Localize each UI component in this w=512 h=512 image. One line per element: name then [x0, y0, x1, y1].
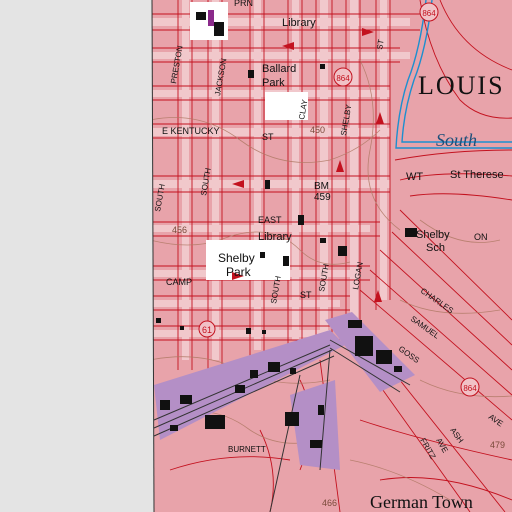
route-shield-864-south: 864 [460, 377, 480, 397]
route-shield-864-middle: 864 [333, 67, 353, 87]
label-shelby-sch: Shelby [416, 229, 450, 241]
label-ballard: Ballard [262, 63, 296, 75]
label-bm: BM [314, 181, 329, 192]
label-south: South [436, 130, 477, 150]
label-elev-456: 456 [172, 225, 187, 235]
svg-text:864: 864 [463, 384, 477, 393]
label-elev-450: 450 [310, 125, 325, 135]
route-shield-864-north: 864 [419, 2, 439, 22]
topographic-map[interactable]: 61 864 864 864 PRN Library Ballard Park … [0, 0, 512, 512]
label-on: ON [474, 232, 488, 242]
street-st-b: ST [262, 132, 274, 142]
label-elev-479: 479 [490, 440, 505, 450]
label-library-north: Library [282, 17, 316, 29]
route-shield-61: 61 [198, 320, 216, 338]
label-shelby-park: Park [226, 265, 252, 279]
label-sch: Sch [426, 242, 445, 254]
street-st-a: ST [375, 39, 386, 51]
label-german-town: German Town [370, 492, 473, 512]
label-wt: WT [406, 171, 423, 183]
label-shelby: Shelby [218, 251, 255, 265]
street-east: EAST [258, 215, 282, 225]
street-camp: CAMP [166, 277, 192, 287]
label-louisville: LOUIS [418, 71, 505, 100]
street-st-c: ST [300, 290, 312, 300]
street-e-kentucky: E KENTUCKY [162, 126, 220, 136]
label-top-prn: PRN [234, 0, 253, 8]
label-ballard-park: Park [262, 77, 285, 89]
svg-text:61: 61 [202, 325, 212, 335]
svg-text:864: 864 [422, 9, 436, 18]
svg-text:864: 864 [336, 74, 350, 83]
label-library-south: Library [258, 231, 292, 243]
label-bm-elev: 459 [314, 192, 331, 203]
street-burnett: BURNETT [228, 445, 266, 454]
label-st-therese: St Therese [450, 169, 504, 181]
label-elev-466: 466 [322, 498, 337, 508]
